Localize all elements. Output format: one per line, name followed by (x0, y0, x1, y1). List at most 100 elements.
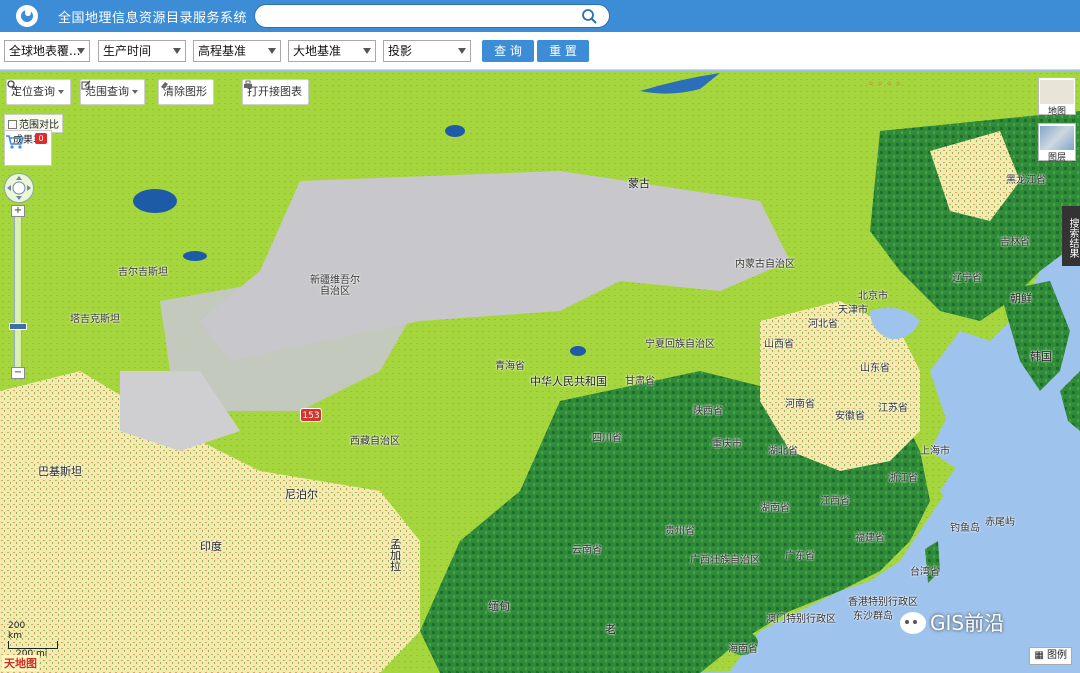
map-label-macao: 澳门特别行政区 (766, 614, 836, 625)
map-label-shanxi: 山西省 (764, 339, 794, 350)
map-label-prc: 中华人民共和国 (530, 375, 607, 388)
map-switch-label: 地图 (1047, 107, 1066, 117)
locate-query-tool[interactable]: 定位查询 (6, 79, 71, 105)
chevron-down-icon (132, 90, 138, 94)
chevron-down-icon (458, 48, 466, 54)
search-input[interactable] (267, 5, 587, 25)
map-view[interactable]: 定位查询 范围查询 清除图形 打开接图表 范围对比 0 成果车 + − ◦ ◦ … (0, 71, 1080, 673)
clear-graphics-label: 清除图形 (163, 85, 207, 98)
chevron-down-icon (268, 48, 276, 54)
map-label-shandong: 山东省 (860, 363, 890, 374)
query-button[interactable]: 查 询 (482, 40, 534, 62)
legend-label: 图例 (1047, 650, 1067, 661)
geodetic-datum-value: 大地基准 (293, 44, 342, 58)
map-label-laos: 老 (605, 623, 616, 636)
app-header: 全国地理信息资源目录服务系统 (0, 0, 1080, 32)
map-label-sichuan: 四川省 (592, 433, 622, 444)
map-label-hebei: 河北省 (808, 319, 838, 330)
map-label-fujian: 福建省 (855, 533, 885, 544)
zoom-in-button[interactable]: + (11, 205, 25, 217)
edit-icon (81, 80, 91, 90)
production-time-select[interactable]: 生产时间 (98, 40, 186, 62)
map-label-hongkong: 香港特别行政区 (848, 597, 918, 608)
map-label-kyrgyz: 吉尔吉斯坦 (118, 267, 168, 278)
pan-control[interactable] (4, 173, 34, 203)
map-label-india: 印度 (200, 540, 222, 553)
compare-checkbox[interactable] (8, 120, 17, 129)
map-label-liaoning: 辽宁省 (952, 273, 982, 284)
print-icon (244, 80, 252, 88)
map-label-bangla: 孟 加 拉 (390, 538, 401, 573)
map-label-guangdong: 广东省 (785, 551, 815, 562)
search-results-tab[interactable]: 搜索结果 (1062, 206, 1080, 266)
map-label-nepal: 尼泊尔 (285, 488, 318, 501)
geodetic-datum-select[interactable]: 大地基准 (288, 40, 376, 62)
coverage-select[interactable]: 全球地表覆... (4, 40, 90, 62)
map-label-mongolia: 蒙古 (628, 177, 650, 190)
map-label-shaanxi: 陕西省 (693, 406, 723, 417)
coordinate-readout: ◦ ◦ ◦ ◦ (868, 79, 902, 90)
map-label-korea: 朝鲜 (1010, 292, 1032, 305)
search-results-label: 搜索结果 (1067, 218, 1078, 258)
map-label-jiangxi: 江西省 (820, 496, 850, 507)
zoom-out-button[interactable]: − (11, 367, 25, 379)
clear-graphics-tool[interactable]: 清除图形 (158, 79, 214, 105)
zoom-slider-track[interactable] (14, 205, 22, 375)
range-query-label: 范围查询 (85, 85, 129, 98)
open-index-map-tool[interactable]: 打开接图表 (242, 79, 309, 105)
map-label-pakistan: 巴基斯坦 (38, 465, 82, 478)
cart-icon (6, 135, 25, 149)
map-label-guizhou: 贵州省 (665, 526, 695, 537)
map-label-dongsha: 东沙群岛 (853, 611, 893, 622)
basemap-map-switch[interactable]: 地图 (1038, 77, 1076, 117)
road-shield-badge: 153 (300, 408, 322, 422)
map-label-qinghai: 青海省 (495, 361, 525, 372)
scale-bar-line (8, 641, 58, 649)
land-cover-map (0, 71, 1080, 673)
legend-button[interactable]: ▦ 图例 (1029, 647, 1072, 665)
app-title: 全国地理信息资源目录服务系统 (58, 10, 248, 26)
map-thumbnail (1040, 80, 1074, 104)
map-label-hunan: 湖南省 (760, 503, 790, 514)
map-label-tianjin: 天津市 (838, 305, 868, 316)
elevation-datum-select[interactable]: 高程基准 (193, 40, 281, 62)
map-label-guangxi: 广西壮族自治区 (690, 555, 760, 566)
map-label-neimenggu: 内蒙古自治区 (735, 259, 795, 270)
chevron-down-icon (77, 48, 85, 54)
layers-icon (1040, 126, 1074, 150)
range-query-tool[interactable]: 范围查询 (80, 79, 145, 105)
filter-bar: 全球地表覆... 生产时间 高程基准 大地基准 投影 查 询 重 置 (0, 32, 1080, 70)
map-label-anhui: 安徽省 (835, 411, 865, 422)
map-label-xinjiang: 新疆维吾尔 自治区 (310, 275, 360, 297)
tianditu-logo: 天地图 (2, 655, 39, 671)
map-label-beijing: 北京市 (858, 291, 888, 302)
search-icon[interactable] (581, 8, 597, 24)
map-label-tajik: 塔吉克斯坦 (70, 314, 120, 325)
map-label-skorea: 韩国 (1030, 350, 1052, 363)
map-label-ningxia: 宁夏回族自治区 (645, 339, 715, 350)
map-label-taiwan: 台湾省 (910, 567, 940, 578)
basemap-layer-switch[interactable]: 图层 (1038, 123, 1076, 163)
scale-km: 200 km (8, 621, 26, 641)
pan-arrows-icon (7, 176, 31, 200)
map-label-shanghai: 上海市 (920, 446, 950, 457)
map-label-chongqing: 重庆市 (712, 439, 742, 450)
reset-button[interactable]: 重 置 (537, 40, 589, 62)
zoom-slider-handle[interactable] (9, 323, 27, 330)
result-cart-button[interactable]: 0 成果车 (4, 130, 52, 166)
map-label-hainan: 海南省 (728, 644, 758, 655)
map-label-jilin: 吉林省 (1000, 237, 1030, 248)
map-label-heilongjiang: 黑龙江省 (1006, 175, 1046, 186)
map-label-diaoyu: 钓鱼岛 (950, 523, 980, 534)
map-label-xizang: 西藏自治区 (350, 436, 400, 447)
eraser-icon (161, 82, 168, 89)
scale-bar: 200 km 200 mi (8, 621, 58, 659)
coverage-select-value: 全球地表覆... (9, 44, 81, 58)
projection-select[interactable]: 投影 (383, 40, 471, 62)
wechat-icon (900, 612, 926, 634)
elevation-datum-value: 高程基准 (198, 44, 247, 58)
chevron-down-icon (58, 90, 64, 94)
chevron-down-icon (173, 48, 181, 54)
magnifier-icon (7, 80, 17, 90)
watermark-text: GIS前沿 (930, 611, 1005, 635)
